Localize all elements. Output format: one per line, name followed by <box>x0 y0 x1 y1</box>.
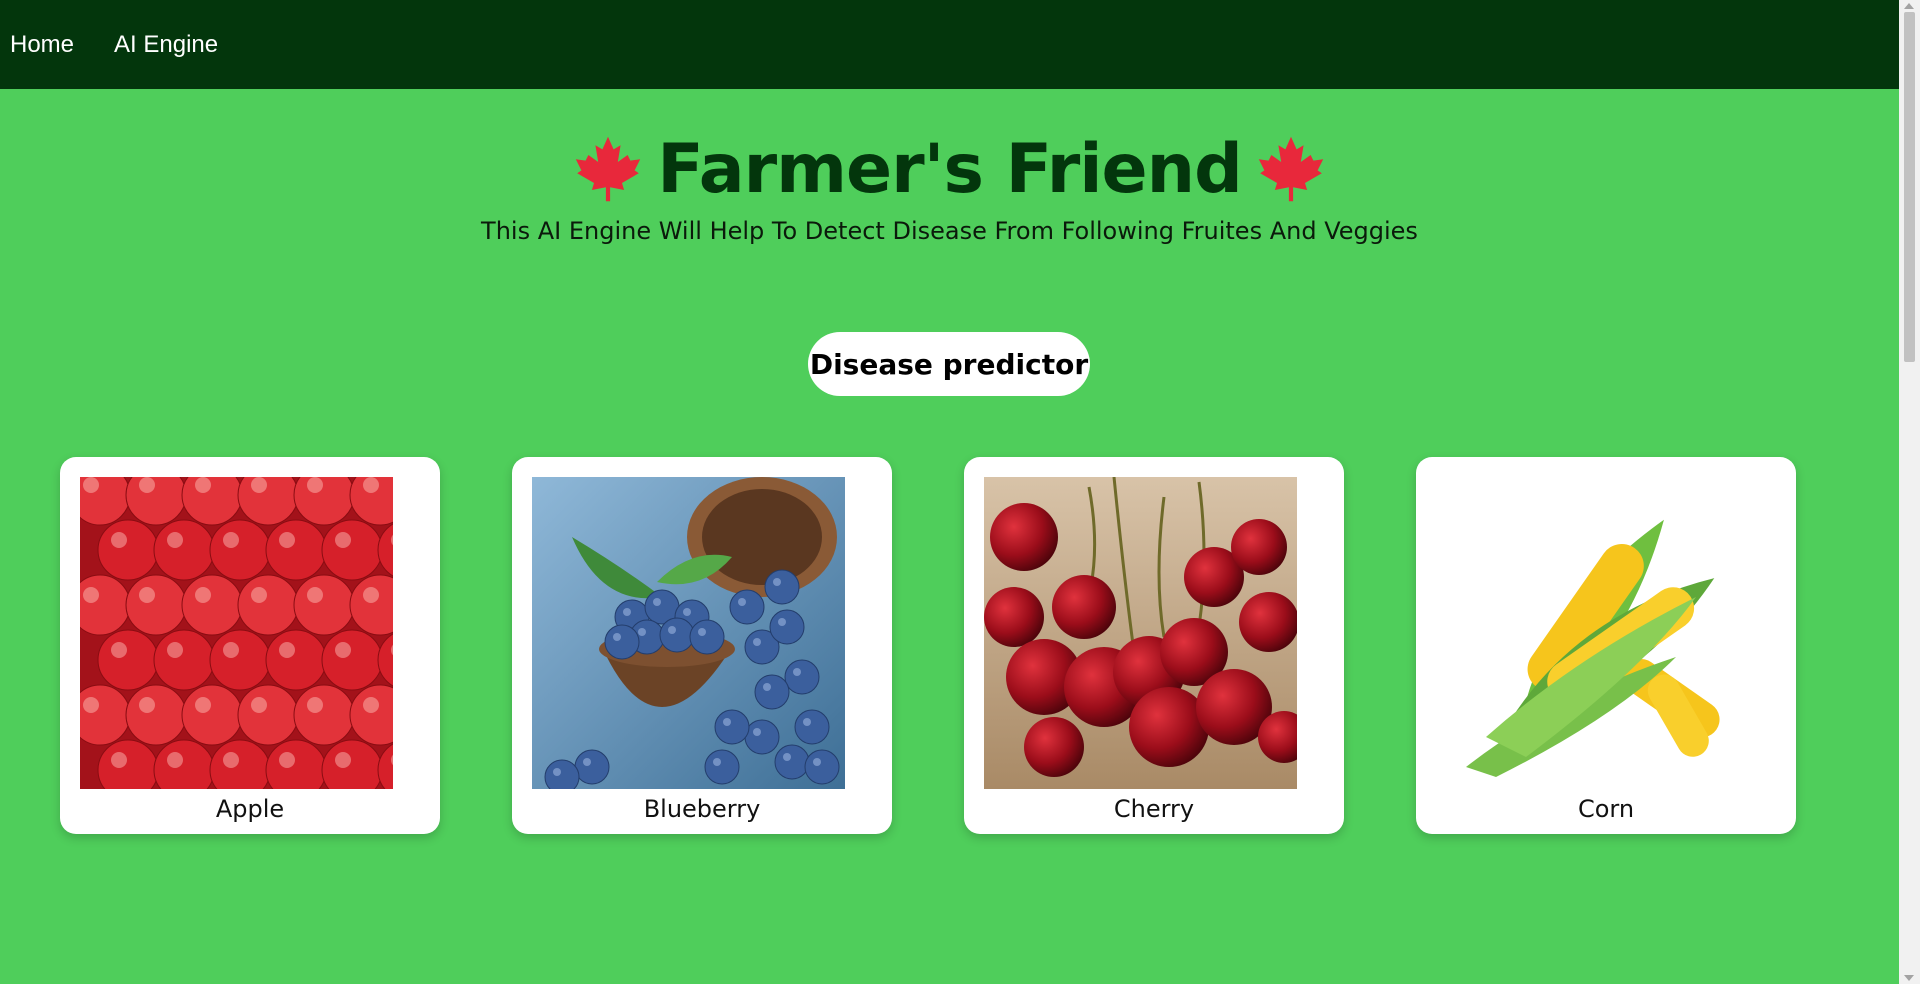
page-header: Farmer's Friend This AI Engine Will Help… <box>0 125 1899 246</box>
page-subtitle: This AI Engine Will Help To Detect Disea… <box>481 217 1418 245</box>
nav-ai-engine-link[interactable]: AI Engine <box>114 31 218 59</box>
scrollbar-thumb[interactable] <box>1904 12 1915 362</box>
corn-image <box>1436 477 1749 789</box>
apple-card[interactable]: Apple <box>60 457 440 834</box>
page-title: Farmer's Friend <box>657 129 1243 209</box>
card-label: Blueberry <box>643 795 761 823</box>
maple-leaf-icon <box>1258 136 1323 202</box>
corn-card[interactable]: Corn <box>1416 457 1796 834</box>
maple-leaf-icon <box>576 136 641 202</box>
cherry-image <box>984 477 1297 789</box>
title-row: Farmer's Friend <box>0 125 1899 213</box>
blueberry-card[interactable]: Blueberry <box>512 457 892 834</box>
scroll-down-arrow-icon[interactable] <box>1904 975 1914 981</box>
top-navbar: Home AI Engine <box>0 0 1899 89</box>
card-label: Corn <box>1577 795 1635 823</box>
apple-image <box>80 477 393 789</box>
blueberry-image <box>532 477 845 789</box>
page-scrollbar[interactable] <box>1899 0 1920 984</box>
disease-predictor-button[interactable]: Disease predictor <box>808 332 1090 396</box>
card-label: Cherry <box>1113 795 1195 823</box>
cherry-card[interactable]: Cherry <box>964 457 1344 834</box>
scroll-up-arrow-icon[interactable] <box>1904 3 1914 9</box>
nav-home-link[interactable]: Home <box>10 31 74 59</box>
card-label: Apple <box>215 795 285 823</box>
